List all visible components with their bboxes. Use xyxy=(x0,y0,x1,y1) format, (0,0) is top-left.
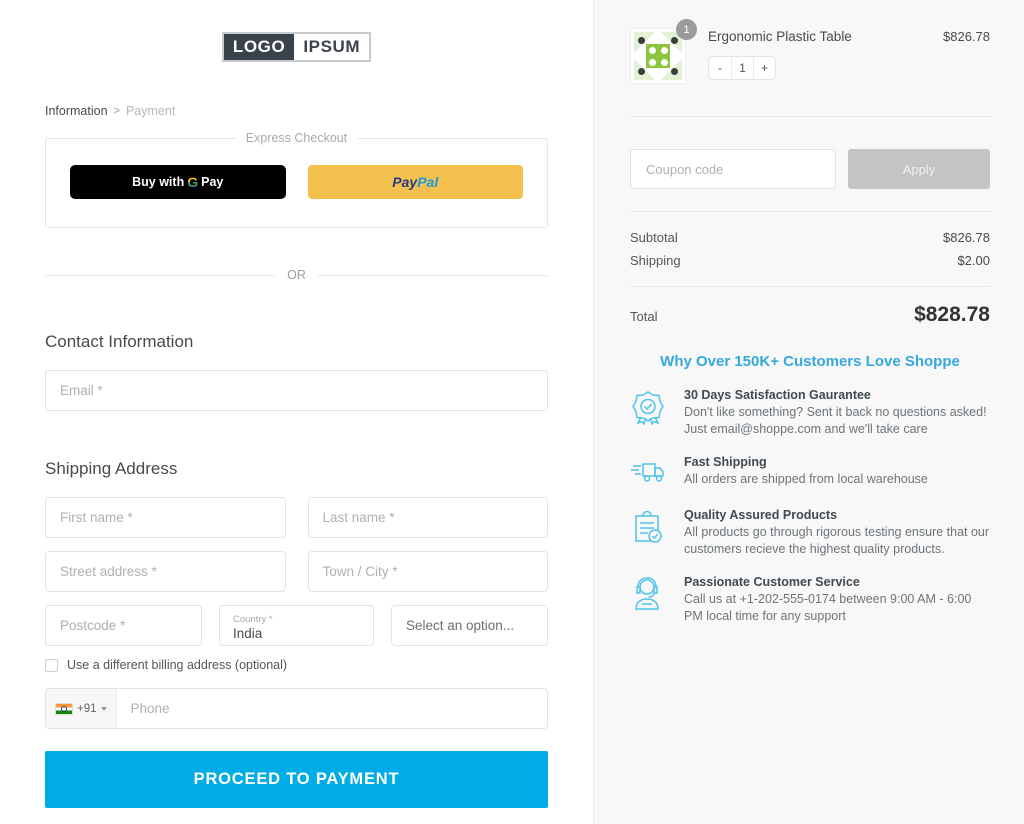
country-select[interactable]: Country * India xyxy=(219,605,374,646)
order-summary-column: 1 Ergonomic Plastic Table - 1 + $826.78 … xyxy=(593,0,1024,824)
chevron-down-icon xyxy=(100,706,107,711)
coupon-row: Coupon code Apply xyxy=(630,149,990,189)
feature-title: Fast Shipping xyxy=(684,455,767,469)
divider-line-right xyxy=(317,274,548,276)
logo-left-text: LOGO xyxy=(223,34,295,60)
postcode-country-row: Postcode * Country * India Select an opt… xyxy=(45,605,548,646)
why-shoppe-heading: Why Over 150K+ Customers Love Shoppe xyxy=(660,353,960,370)
feature-list: 30 Days Satisfaction Gaurantee Don't lik… xyxy=(630,387,990,625)
brand-logo[interactable]: LOGO IPSUM xyxy=(221,32,372,62)
feature-title: Passionate Customer Service xyxy=(684,575,860,589)
feature-item: Passionate Customer Service Call us at +… xyxy=(630,574,990,625)
street-address-input[interactable]: Street address * xyxy=(45,551,286,592)
feature-description: Call us at +1-202-555-0174 between 9:00 … xyxy=(684,592,972,623)
feature-item: Fast Shipping All orders are shipped fro… xyxy=(630,454,990,491)
feature-description: Don't like something? Sent it back no qu… xyxy=(684,405,987,436)
billing-address-checkbox-row[interactable]: Use a different billing address (optiona… xyxy=(45,658,548,672)
coupon-code-input[interactable]: Coupon code xyxy=(630,149,836,189)
google-logo-icon: G xyxy=(187,174,199,190)
shipping-label: Shipping xyxy=(630,253,681,268)
breadcrumb-payment: Payment xyxy=(125,104,176,118)
phone-country-selector[interactable]: +91 xyxy=(46,689,117,728)
total-label: Total xyxy=(630,309,658,324)
contact-information-heading: Contact Information xyxy=(45,332,194,351)
country-label: Country * xyxy=(233,613,273,625)
phone-country-code: +91 xyxy=(77,702,97,715)
apply-coupon-button[interactable]: Apply xyxy=(848,149,990,189)
shipping-value: $2.00 xyxy=(957,253,990,268)
chevron-right-icon: > xyxy=(113,105,120,117)
feature-item: 30 Days Satisfaction Gaurantee Don't lik… xyxy=(630,387,990,438)
quantity-increment-button[interactable]: + xyxy=(753,57,775,79)
feature-description: All products go through rigorous testing… xyxy=(684,525,990,556)
google-pay-button[interactable]: Buy with G Pay xyxy=(70,165,286,199)
logo-container: LOGO IPSUM xyxy=(0,0,593,62)
phone-field[interactable]: +91 Phone xyxy=(45,688,548,729)
cart-item-row: 1 Ergonomic Plastic Table - 1 + $826.78 xyxy=(630,19,990,84)
subtotal-label: Subtotal xyxy=(630,230,678,245)
billing-address-checkbox[interactable] xyxy=(45,658,58,672)
clipboard-check-icon xyxy=(630,507,668,550)
billing-address-label: Use a different billing address (optiona… xyxy=(67,658,288,672)
cart-item-name[interactable]: Ergonomic Plastic Table xyxy=(708,28,943,46)
product-dot-top-left xyxy=(638,37,645,44)
paypal-logo-pal: Pal xyxy=(417,174,439,190)
express-checkout-legend: Express Checkout xyxy=(235,131,358,145)
product-thumbnail-wrap: 1 xyxy=(630,19,697,84)
shipping-address-heading: Shipping Address xyxy=(45,459,178,478)
divider-after-coupon xyxy=(630,211,990,212)
quantity-value[interactable]: 1 xyxy=(731,57,753,79)
product-image-core xyxy=(646,44,670,68)
cart-item-details: Ergonomic Plastic Table - 1 + xyxy=(686,28,943,80)
country-value: India xyxy=(233,625,263,641)
quantity-stepper[interactable]: - 1 + xyxy=(708,56,776,80)
feature-title: Quality Assured Products xyxy=(684,508,838,522)
paypal-logo-pay: Pay xyxy=(392,174,418,190)
paypal-button[interactable]: Pay Pal xyxy=(307,165,523,199)
divider-before-total xyxy=(630,286,990,287)
subtotal-value: $826.78 xyxy=(943,230,990,245)
gpay-pay-text: Pay xyxy=(201,175,224,189)
checkout-form-column: LOGO IPSUM Information > Payment Express… xyxy=(0,0,593,824)
express-checkout-panel: Express Checkout Buy with G Pay Pay Pal xyxy=(45,131,548,228)
first-name-input[interactable]: First name * xyxy=(45,497,286,538)
total-value: $828.78 xyxy=(914,303,990,326)
cart-item-price: $826.78 xyxy=(943,29,990,44)
delivery-truck-icon xyxy=(630,454,668,491)
divider-after-items xyxy=(630,116,990,117)
subtotal-row: Subtotal $826.78 xyxy=(630,230,990,245)
phone-input[interactable]: Phone xyxy=(117,689,547,728)
checkout-page: LOGO IPSUM Information > Payment Express… xyxy=(0,0,1024,824)
address-row: Street address * Town / City * xyxy=(45,551,548,592)
feature-title: 30 Days Satisfaction Gaurantee xyxy=(684,388,871,402)
name-row: First name * Last name * xyxy=(45,497,548,538)
or-divider: OR xyxy=(45,268,548,282)
satisfaction-badge-icon xyxy=(630,387,668,430)
state-select[interactable]: Select an option... xyxy=(391,605,548,646)
last-name-input[interactable]: Last name * xyxy=(307,497,548,538)
divider-line-left xyxy=(45,274,276,276)
proceed-to-payment-button[interactable]: PROCEED TO PAYMENT xyxy=(45,751,548,808)
town-city-input[interactable]: Town / City * xyxy=(307,551,548,592)
feature-item: Quality Assured Products All products go… xyxy=(630,507,990,558)
product-dot-top-right xyxy=(671,37,678,44)
gpay-prefix-text: Buy with xyxy=(132,175,185,189)
product-dot-bottom-right xyxy=(671,68,678,75)
quantity-decrement-button[interactable]: - xyxy=(709,57,731,79)
email-input[interactable]: Email * xyxy=(45,370,548,411)
headset-agent-icon xyxy=(630,574,668,617)
india-flag-icon xyxy=(55,702,73,715)
postcode-input[interactable]: Postcode * xyxy=(45,605,202,646)
breadcrumb: Information > Payment xyxy=(45,104,548,118)
logo-right-text: IPSUM xyxy=(294,34,370,60)
breadcrumb-information[interactable]: Information xyxy=(45,104,108,118)
total-row: Total $828.78 xyxy=(630,303,990,327)
feature-description: All orders are shipped from local wareho… xyxy=(684,472,928,486)
product-dot-bottom-left xyxy=(638,68,645,75)
shipping-row: Shipping $2.00 xyxy=(630,253,990,268)
or-label: OR xyxy=(287,268,306,282)
quantity-badge: 1 xyxy=(676,19,697,40)
